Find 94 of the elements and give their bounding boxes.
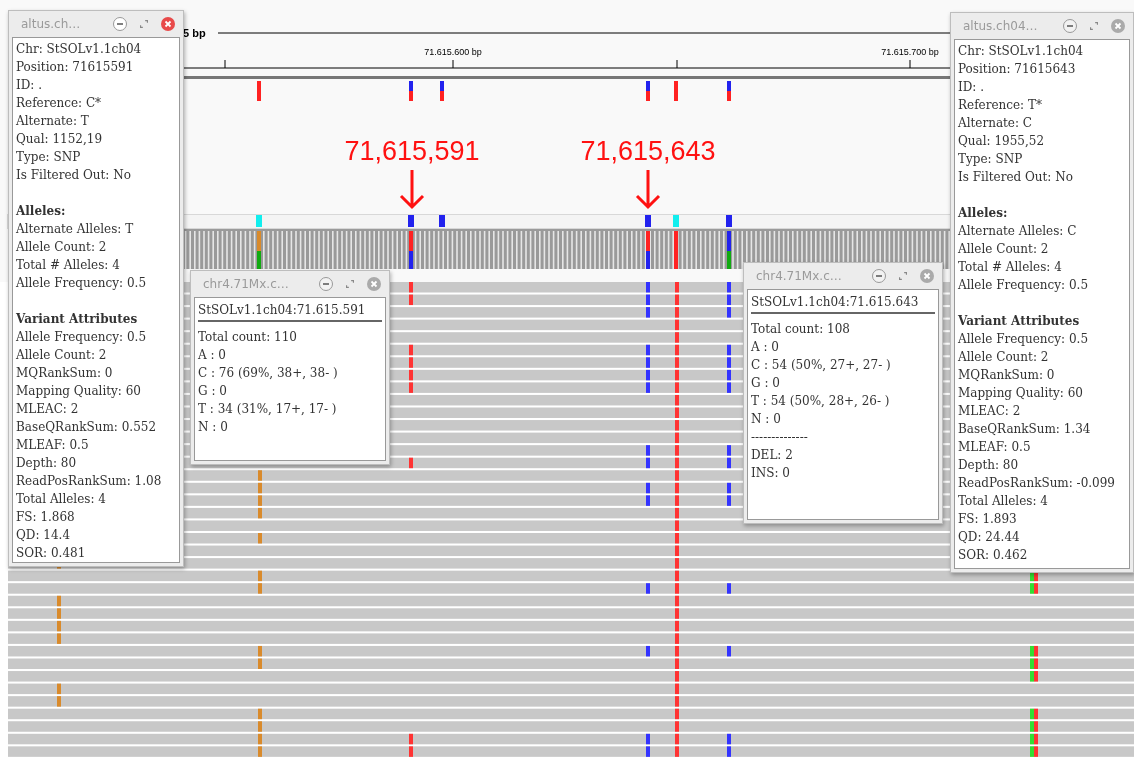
annotation-label: 71,615,643 — [580, 136, 716, 166]
info-line: BaseQRankSum: 1.34 — [958, 421, 1092, 438]
info-line: Chr: StSOLv1.1ch04 — [16, 41, 143, 58]
info-line: A : 0 — [751, 339, 780, 356]
info-line: Reference: C* — [16, 95, 103, 112]
info-line: Allele Count: 2 — [16, 239, 108, 256]
section-heading: Alleles: — [958, 205, 1009, 222]
info-line: Alternate: T — [16, 113, 90, 130]
close-button[interactable] — [159, 15, 177, 33]
info-line: MLEAF: 0.5 — [16, 437, 90, 454]
resize-icon — [140, 20, 148, 28]
ruler-label: 71.615.600 bp — [424, 47, 482, 57]
info-line: Allele Frequency: 0.5 — [958, 331, 1090, 348]
info-line: MQRankSum: 0 — [16, 365, 114, 382]
info-line: Total count: 108 — [751, 321, 851, 338]
position-header: StSOLv1.1ch04:71.615.591 — [198, 300, 382, 322]
info-line: G : 0 — [198, 383, 228, 400]
info-line: Chr: StSOLv1.1ch04 — [958, 43, 1085, 60]
info-line: Reference: T* — [958, 97, 1043, 114]
info-line: -------------- — [751, 429, 809, 446]
info-line: T : 54 (50%, 28+, 26- ) — [751, 393, 891, 410]
window-title: chr4.71Mx.c… — [756, 269, 842, 283]
info-line: Allele Count: 2 — [958, 241, 1050, 258]
close-button[interactable] — [1109, 17, 1127, 35]
info-line: Qual: 1955,52 — [958, 133, 1046, 150]
info-line: QD: 14.4 — [16, 527, 72, 544]
info-line: MLEAC: 2 — [958, 403, 1022, 420]
info-line: Allele Frequency: 0.5 — [16, 275, 148, 292]
section-heading: Variant Attributes — [16, 311, 139, 328]
position-header: StSOLv1.1ch04:71.615.643 — [751, 292, 935, 314]
info-line: Total # Alleles: 4 — [16, 257, 121, 274]
info-line: ReadPosRankSum: -0.099 — [958, 475, 1116, 492]
window-title: altus.ch04… — [963, 19, 1038, 33]
info-line: Type: SNP — [16, 149, 82, 166]
info-line: Total count: 110 — [198, 329, 298, 346]
info-line: C : 76 (69%, 38+, 38- ) — [198, 365, 339, 382]
info-line: A : 0 — [198, 347, 227, 364]
info-line: Allele Frequency: 0.5 — [958, 277, 1090, 294]
info-line: Depth: 80 — [16, 455, 78, 472]
info-line: SOR: 0.481 — [16, 545, 87, 562]
resize-icon — [1090, 22, 1098, 30]
info-line: MQRankSum: 0 — [958, 367, 1056, 384]
close-button[interactable] — [918, 267, 936, 285]
info-line: Allele Count: 2 — [16, 347, 108, 364]
annotation-label: 71,615,591 — [344, 136, 480, 166]
info-line: Type: SNP — [958, 151, 1024, 168]
minimize-button[interactable] — [870, 267, 888, 285]
info-line: MLEAC: 2 — [16, 401, 80, 418]
info-line: ReadPosRankSum: 1.08 — [16, 473, 163, 490]
info-line: Alternate: C — [958, 115, 1033, 132]
info-line: Position: 71615643 — [958, 61, 1077, 78]
info-line: G : 0 — [751, 375, 781, 392]
ruler-label: 5 bp — [183, 27, 206, 39]
info-line: C : 54 (50%, 27+, 27- ) — [751, 357, 892, 374]
info-line: ID: . — [16, 77, 44, 94]
window-title: altus.ch… — [21, 17, 81, 31]
minimize-button[interactable] — [317, 275, 335, 293]
info-line: Allele Count: 2 — [958, 349, 1050, 366]
info-line: INS: 0 — [751, 465, 791, 482]
info-line: Position: 71615591 — [16, 59, 135, 76]
info-line: Mapping Quality: 60 — [16, 383, 142, 400]
info-line: Is Filtered Out: No — [958, 169, 1074, 186]
info-line: Alternate Alleles: T — [16, 221, 135, 238]
info-line: Is Filtered Out: No — [16, 167, 132, 184]
info-line: SOR: 0.462 — [958, 547, 1029, 564]
info-line: Allele Frequency: 0.5 — [16, 329, 148, 346]
info-line: Total # Alleles: 4 — [958, 259, 1063, 276]
info-line: T : 34 (31%, 17+, 17- ) — [198, 401, 338, 418]
info-line: Qual: 1152,19 — [16, 131, 104, 148]
info-line: ID: . — [958, 79, 986, 96]
window-title: chr4.71Mx.c… — [203, 277, 289, 291]
info-line: MLEAF: 0.5 — [958, 439, 1032, 456]
info-line: QD: 24.44 — [958, 529, 1021, 546]
section-heading: Alleles: — [16, 203, 67, 220]
minimize-button[interactable] — [1061, 17, 1079, 35]
down-arrow — [635, 170, 661, 210]
section-heading: Variant Attributes — [958, 313, 1081, 330]
ruler-label: 71.615.700 bp — [881, 47, 939, 57]
info-line: FS: 1.893 — [958, 511, 1018, 528]
info-line: DEL: 2 — [751, 447, 794, 464]
info-line: Alternate Alleles: C — [958, 223, 1078, 240]
info-line: Total Alleles: 4 — [958, 493, 1049, 510]
resize-icon — [899, 272, 907, 280]
info-line: FS: 1.868 — [16, 509, 76, 526]
down-arrow — [399, 170, 425, 210]
info-line: N : 0 — [751, 411, 782, 428]
resize-icon — [346, 280, 354, 288]
info-line: Depth: 80 — [958, 457, 1020, 474]
info-line: N : 0 — [198, 419, 229, 436]
close-button[interactable] — [365, 275, 383, 293]
info-line: BaseQRankSum: 0.552 — [16, 419, 158, 436]
info-line: Mapping Quality: 60 — [958, 385, 1084, 402]
minimize-button[interactable] — [111, 15, 129, 33]
info-line: Total Alleles: 4 — [16, 491, 107, 508]
